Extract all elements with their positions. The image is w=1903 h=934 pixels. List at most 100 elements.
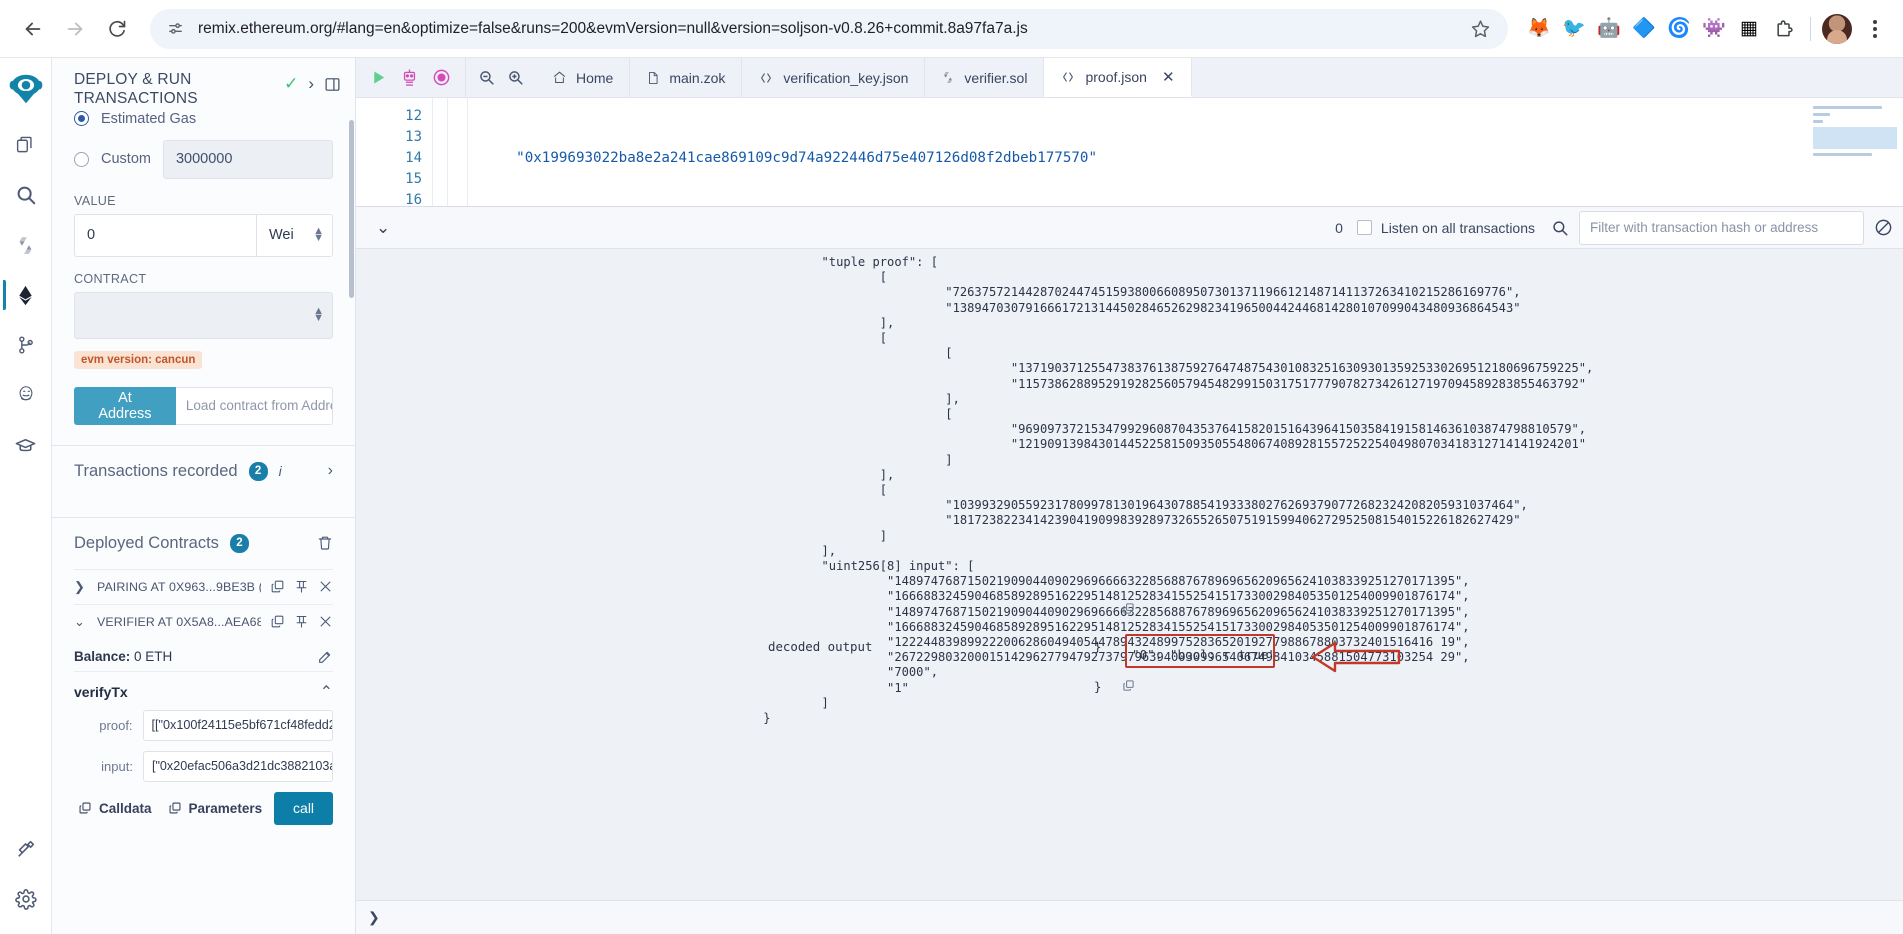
deployed-contract-name: PAIRING AT 0X963...9BE3B (BLO (97, 579, 261, 594)
parameters-button[interactable]: Parameters (164, 797, 267, 820)
sidebar-item-git[interactable] (3, 322, 49, 368)
rabby-wallet-extension-icon[interactable]: 🐦 (1559, 14, 1589, 44)
close-icon[interactable]: ✕ (1162, 68, 1175, 86)
zoom-out-icon[interactable] (478, 69, 495, 86)
reload-button[interactable] (98, 10, 136, 48)
qr-code-extension-icon[interactable]: ▦ (1734, 14, 1764, 44)
editor-tabbar: Home main.zok verification_key.json veri… (356, 58, 1903, 98)
deployed-contract-row[interactable]: ⌄ VERIFIER AT 0X5A8...AEA68 (BL (74, 603, 333, 639)
call-button[interactable]: call (274, 791, 333, 825)
tab-verification-key-json[interactable]: verification_key.json (742, 58, 926, 97)
decoded-brace-close: } (1094, 679, 1102, 694)
sidebar-item-plugin-manager[interactable] (3, 826, 49, 872)
run-script-icon[interactable] (370, 69, 387, 86)
sidebar-item-settings[interactable] (3, 876, 49, 922)
custom-gas-input[interactable]: 3000000 (162, 139, 333, 179)
metamask-extension-icon[interactable]: 🦊 (1524, 14, 1554, 44)
tab-verifier-sol[interactable]: verifier.sol (925, 58, 1045, 97)
shazam-extension-icon[interactable]: 🌀 (1664, 14, 1694, 44)
pin-icon[interactable] (294, 579, 309, 594)
close-icon[interactable] (318, 614, 333, 629)
pin-icon[interactable] (294, 614, 309, 629)
terminal-output[interactable]: "tuple proof": [ [ "72637572144287024474… (356, 249, 1903, 900)
balance-label: Balance: 0 ETH (74, 649, 172, 664)
forward-button[interactable] (56, 10, 94, 48)
evm-version-badge: evm version: cancun (74, 350, 203, 369)
zoom-controls (466, 58, 536, 97)
chevron-up-icon[interactable]: ⌃ (320, 682, 333, 702)
chevron-down-icon[interactable]: ⌄ (74, 614, 88, 630)
code-content[interactable]: "0x199693022ba8e2a241cae869109c9d74a9224… (468, 98, 1903, 206)
custom-gas-radio[interactable] (74, 151, 89, 167)
chevron-right-icon[interactable]: ❯ (74, 579, 88, 595)
transactions-recorded-section[interactable]: Transactions recorded 2 i › (74, 446, 333, 497)
panel-layout-icon[interactable] (324, 76, 341, 93)
contract-select[interactable]: ▲ ▼ (74, 291, 333, 339)
estimated-gas-radio[interactable] (74, 111, 89, 127)
diamond-extension-icon[interactable]: 🔷 (1629, 14, 1659, 44)
line-number: 15 (405, 171, 422, 187)
fold-column[interactable] (432, 98, 448, 206)
browser-toolbar: remix.ethereum.org/#lang=en&optimize=fal… (0, 0, 1903, 58)
copy-icon[interactable] (1122, 602, 1135, 615)
value-unit-label: Wei (269, 227, 294, 244)
function-header[interactable]: verifyTx ⌃ (74, 670, 333, 710)
param-label: input: (101, 758, 133, 774)
code-editor[interactable]: 12 13 14 15 16 "0x199693022ba8e2a241cae8… (356, 98, 1903, 206)
value-input[interactable]: 0 (74, 213, 256, 257)
site-settings-icon[interactable] (164, 18, 186, 40)
editor-minimap[interactable] (1807, 98, 1903, 206)
proof-input[interactable]: [["0x100f24115e5bf671cf48fedd29C (142, 709, 333, 741)
robot-extension-icon[interactable]: 🤖 (1594, 14, 1624, 44)
tab-main-zok[interactable]: main.zok (630, 58, 743, 97)
bookmark-star-icon[interactable] (1466, 15, 1494, 43)
transactions-recorded-expand[interactable]: › (328, 462, 333, 480)
close-icon[interactable] (318, 579, 333, 594)
sidebar-item-deploy-and-run[interactable] (2, 272, 49, 318)
sidebar-item-solidity-compiler[interactable] (3, 222, 49, 268)
at-address-input[interactable]: Load contract from Address (175, 386, 333, 425)
tab-label: verifier.sol (964, 69, 1028, 86)
tab-home[interactable]: Home (536, 58, 631, 97)
input-input[interactable]: ["0x20efac506a3d21dc3882103a7a (142, 750, 333, 782)
browser-menu-icon[interactable] (1861, 14, 1889, 44)
back-button[interactable] (14, 10, 52, 48)
extensions-puzzle-icon[interactable] (1769, 14, 1799, 44)
calldata-button[interactable]: Calldata (74, 797, 156, 820)
sidebar-item-learneth[interactable] (3, 422, 49, 468)
chevron-right-icon[interactable]: › (308, 74, 314, 94)
zoom-in-icon[interactable] (507, 69, 524, 86)
tab-label: verification_key.json (783, 69, 909, 86)
remix-logo-icon[interactable] (6, 68, 46, 108)
sidebar-item-file-explorer[interactable] (3, 122, 49, 168)
chevron-down-icon[interactable]: ⌄ (366, 218, 400, 238)
at-address-button[interactable]: At Address (74, 386, 176, 425)
deployed-contracts-count: 2 (229, 533, 249, 553)
terminal-prompt-row[interactable]: ❯ (356, 900, 1903, 934)
copy-icon[interactable] (1122, 679, 1135, 692)
pink-ghost-extension-icon[interactable]: 👾 (1699, 14, 1729, 44)
edit-icon[interactable] (317, 649, 333, 665)
trash-icon[interactable] (317, 535, 333, 551)
sidebar-item-socrates-plugin[interactable] (3, 372, 49, 418)
address-bar[interactable]: remix.ethereum.org/#lang=en&optimize=fal… (150, 8, 1508, 49)
file-explorer-icon (15, 135, 36, 156)
ai-toggle-icon[interactable] (432, 68, 451, 87)
search-icon[interactable] (1551, 219, 1569, 237)
profile-avatar[interactable] (1822, 13, 1852, 44)
copy-icon (78, 801, 92, 815)
estimated-gas-row[interactable]: Estimated Gas (74, 111, 333, 127)
clear-console-icon[interactable] (1874, 218, 1893, 237)
panel-scrollbar[interactable] (349, 120, 354, 298)
deployed-contract-row[interactable]: ❯ PAIRING AT 0X963...9BE3B (BLO (74, 568, 333, 604)
tab-proof-json[interactable]: proof.json ✕ (1044, 58, 1192, 97)
value-unit-select[interactable]: Wei ▲ ▼ (256, 213, 333, 257)
listen-on-all-transactions-checkbox[interactable] (1356, 220, 1372, 235)
copy-icon[interactable] (270, 579, 285, 594)
copy-icon[interactable] (270, 614, 285, 629)
param-label: proof: (99, 717, 133, 733)
sidebar-item-search[interactable] (3, 172, 49, 218)
transaction-filter-input[interactable]: Filter with transaction hash or address (1579, 210, 1864, 245)
remix-ai-robot-icon[interactable] (401, 68, 418, 88)
info-icon[interactable]: i (279, 463, 282, 479)
